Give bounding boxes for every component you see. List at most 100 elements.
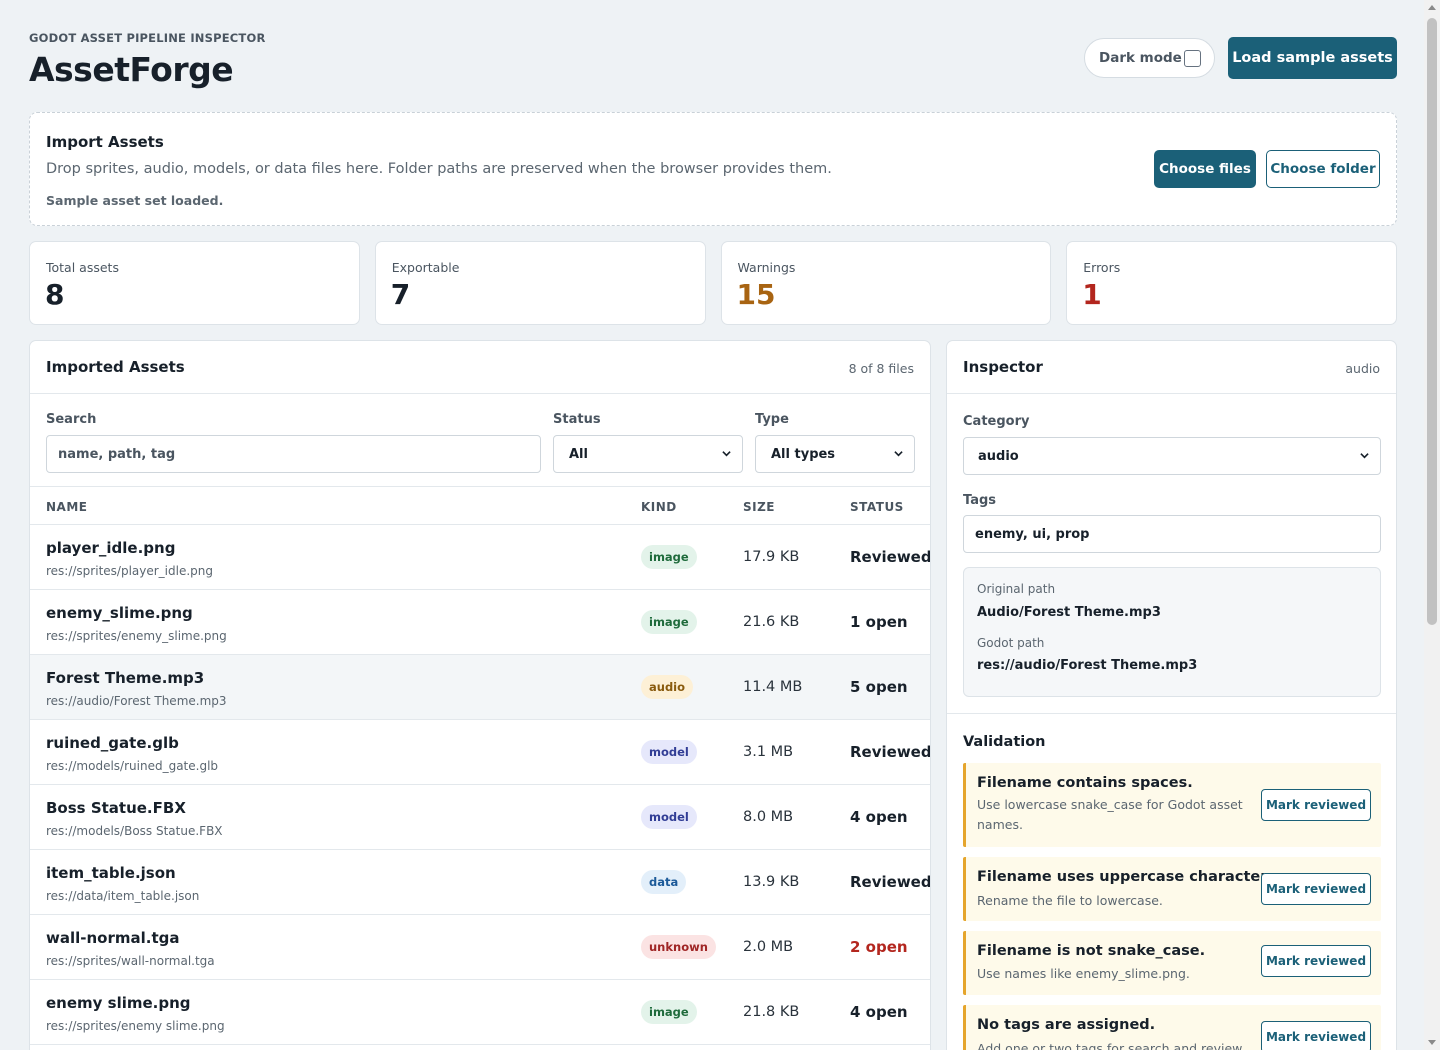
issue-title: Filename is not snake_case. [977,943,1206,959]
asset-size: 21.8 KB [743,1004,800,1020]
column-header-status[interactable]: STATUS [850,500,904,514]
asset-name: Forest Theme.mp3 [46,669,205,687]
asset-path: res://models/Boss Statue.FBX [46,824,223,838]
table-row[interactable]: enemy slime.png res://sprites/enemy slime… [30,980,930,1045]
godot-path-label: Godot path [977,636,1045,650]
asset-size: 2.0 MB [743,939,794,955]
scroll-up-arrow-icon[interactable] [1428,5,1436,10]
table-row[interactable]: wall-normal.tga res://sprites/wall-normal… [30,915,930,980]
choose-files-button[interactable]: Choose files [1154,150,1256,188]
dark-mode-label: Dark mode [1099,50,1182,66]
page-title: AssetForge [29,50,234,89]
scroll-down-arrow-icon[interactable] [1428,1040,1436,1045]
type-filter-select[interactable]: All types [755,435,915,473]
original-path-label: Original path [977,582,1056,596]
stat-value: 15 [736,278,776,311]
asset-name: enemy_slime.png [46,604,193,622]
issue-hint: Rename the file to lowercase. [977,893,1163,908]
stat-errors: Errors 1 [1066,241,1397,325]
kind-badge: model [641,740,697,764]
asset-status: 5 open [850,678,908,696]
import-description: Drop sprites, audio, models, or data fil… [46,161,832,177]
asset-status: 4 open [850,808,908,826]
assets-table-body: player_idle.png res://sprites/player_idle… [30,525,930,1045]
app-page: GODOT ASSET PIPELINE INSPECTOR AssetForg… [29,0,1397,1050]
path-info-box: Original path Audio/Forest Theme.mp3 God… [963,567,1381,697]
choose-folder-button[interactable]: Choose folder [1266,150,1380,188]
stat-label: Warnings [737,260,796,275]
inspector-fields: Category audio Tags enemy, ui, prop Orig… [947,394,1396,714]
column-header-name[interactable]: NAME [46,500,87,514]
dark-mode-toggle[interactable]: Dark mode [1084,38,1215,78]
stat-value: 1 [1082,278,1102,311]
asset-status: 2 open [850,938,908,956]
asset-path: res://data/item_table.json [46,889,200,903]
column-header-size[interactable]: SIZE [743,500,775,514]
kind-badge: image [641,1000,697,1024]
asset-status: 1 open [850,613,908,631]
asset-path: res://sprites/player_idle.png [46,564,213,578]
imported-assets-panel: Imported Assets 8 of 8 files Search name… [29,340,931,1050]
chevron-down-icon [1360,453,1369,459]
category-select[interactable]: audio [963,437,1381,475]
asset-path: res://sprites/enemy_slime.png [46,629,227,643]
kind-badge: image [641,545,697,569]
original-path-value: Audio/Forest Theme.mp3 [977,605,1161,620]
status-filter-select[interactable]: All [553,435,743,473]
inspector-title: Inspector [963,358,1043,376]
category-value: audio [978,448,1019,464]
mark-reviewed-button[interactable]: Mark reviewed [1261,1021,1371,1050]
kind-badge: unknown [641,935,716,959]
assets-count: 8 of 8 files [848,361,914,376]
issue-hint: Add one or two tags for search and revie… [977,1041,1246,1050]
asset-name: player_idle.png [46,539,176,557]
validation-issue: No tags are assigned. Add one or two tags… [963,1005,1381,1050]
status-filter-value: All [569,446,588,462]
column-header-kind[interactable]: KIND [641,500,677,514]
asset-size: 3.1 MB [743,744,794,760]
asset-path: res://sprites/enemy slime.png [46,1019,225,1033]
asset-name: item_table.json [46,864,176,882]
asset-path: res://audio/Forest Theme.mp3 [46,694,227,708]
table-row[interactable]: enemy_slime.png res://sprites/enemy_slime… [30,590,930,655]
issue-title: Filename contains spaces. [977,775,1193,791]
asset-size: 21.6 KB [743,614,800,630]
asset-size: 17.9 KB [743,549,800,565]
load-sample-assets-button[interactable]: Load sample assets [1228,37,1397,79]
inspector-kind: audio [1345,361,1380,376]
chevron-down-icon [722,451,731,457]
stats-row: Total assets 8 Exportable 7 Warnings 15 … [29,241,1397,325]
mark-reviewed-button[interactable]: Mark reviewed [1261,789,1371,821]
mark-reviewed-button[interactable]: Mark reviewed [1261,945,1371,977]
search-input[interactable]: name, path, tag [46,435,541,473]
validation-title: Validation [963,734,1046,750]
chevron-down-icon [894,451,903,457]
asset-path: res://sprites/wall-normal.tga [46,954,215,968]
search-label: Search [46,412,97,427]
asset-status: Reviewed [850,548,931,566]
app-header: GODOT ASSET PIPELINE INSPECTOR AssetForg… [29,0,1397,110]
table-row[interactable]: Boss Statue.FBX res://models/Boss Statue.… [30,785,930,850]
page-scrollbar[interactable] [1424,0,1440,1050]
import-dropzone[interactable]: Import Assets Drop sprites, audio, model… [29,112,1397,226]
issue-title: Filename uses uppercase characters. [977,869,1282,885]
stat-label: Errors [1083,260,1121,275]
kind-badge: data [641,870,687,894]
table-row[interactable]: Forest Theme.mp3 res://audio/Forest Theme… [30,655,930,720]
stat-value: 8 [45,278,65,311]
scrollbar-thumb[interactable] [1427,18,1437,625]
asset-filters: Search name, path, tag Status All Type A… [30,394,930,487]
inspector-panel: Inspector audio Category audio Tags enem… [946,340,1397,1050]
table-row[interactable]: item_table.json res://data/item_table.jso… [30,850,930,915]
assets-panel-header: Imported Assets 8 of 8 files [30,341,930,394]
table-row[interactable]: player_idle.png res://sprites/player_idle… [30,525,930,590]
type-filter-value: All types [771,446,836,462]
mark-reviewed-button[interactable]: Mark reviewed [1261,873,1371,905]
kind-badge: model [641,805,697,829]
table-row[interactable]: ruined_gate.glb res://models/ruined_gate.… [30,720,930,785]
asset-size: 8.0 MB [743,809,794,825]
validation-issue: Filename contains spaces. Use lowercase s… [963,763,1381,847]
asset-path: res://models/ruined_gate.glb [46,759,219,773]
tags-input[interactable]: enemy, ui, prop [963,515,1381,553]
dark-mode-checkbox[interactable] [1184,50,1201,67]
